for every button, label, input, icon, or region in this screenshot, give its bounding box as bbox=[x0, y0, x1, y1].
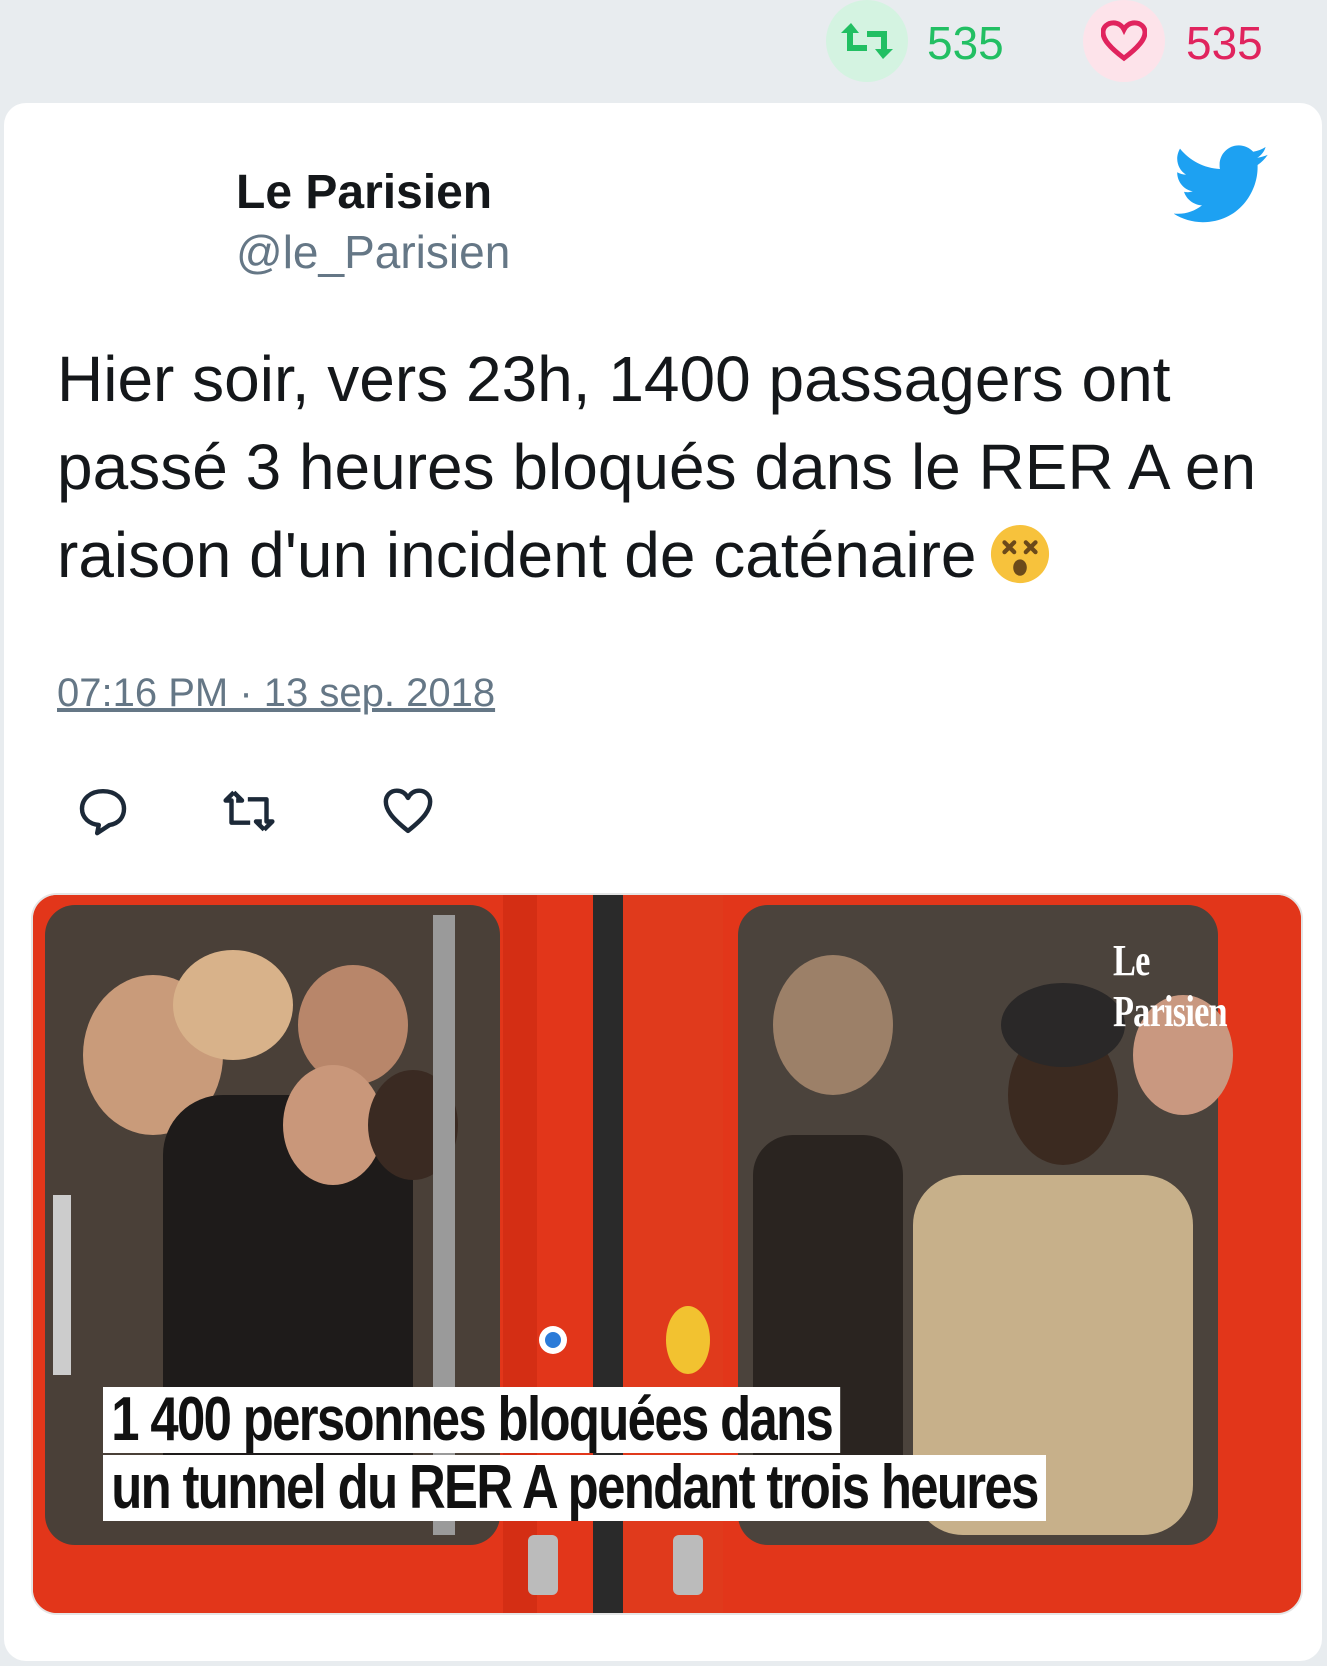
heart-icon[interactable] bbox=[380, 783, 436, 839]
like-count: 535 bbox=[1186, 17, 1263, 69]
tweet-card: Le Parisien @le_Parisien Hier soir, vers… bbox=[4, 103, 1322, 1661]
tweet-timestamp[interactable]: 07:16 PM · 13 sep. 2018 bbox=[57, 671, 495, 716]
like-stat-icon[interactable] bbox=[1083, 0, 1165, 82]
tweet-media-image[interactable]: Le Parisien 1 400 personnes bloquées dan… bbox=[31, 893, 1303, 1615]
tweet-text: Hier soir, vers 23h, 1400 passagers ont … bbox=[57, 335, 1277, 599]
media-headline-line1: 1 400 personnes bloquées dans bbox=[103, 1387, 841, 1453]
retweet-stat-icon[interactable] bbox=[826, 0, 908, 82]
retweet-icon[interactable] bbox=[221, 783, 277, 839]
dizzy-face-emoji bbox=[990, 525, 1049, 584]
tweet-stats-bar: 535 535 bbox=[0, 0, 1327, 100]
retweet-count: 535 bbox=[927, 17, 1004, 69]
media-headline-line2: un tunnel du RER A pendant trois heures bbox=[103, 1455, 1046, 1521]
twitter-bird-icon bbox=[1174, 145, 1269, 223]
reply-icon[interactable] bbox=[75, 783, 131, 839]
tweet-text-body: Hier soir, vers 23h, 1400 passagers ont … bbox=[57, 343, 1257, 591]
author-handle[interactable]: @le_Parisien bbox=[236, 225, 510, 279]
author-name[interactable]: Le Parisien bbox=[236, 165, 492, 220]
le-parisien-watermark: Le Parisien bbox=[1113, 936, 1228, 1036]
